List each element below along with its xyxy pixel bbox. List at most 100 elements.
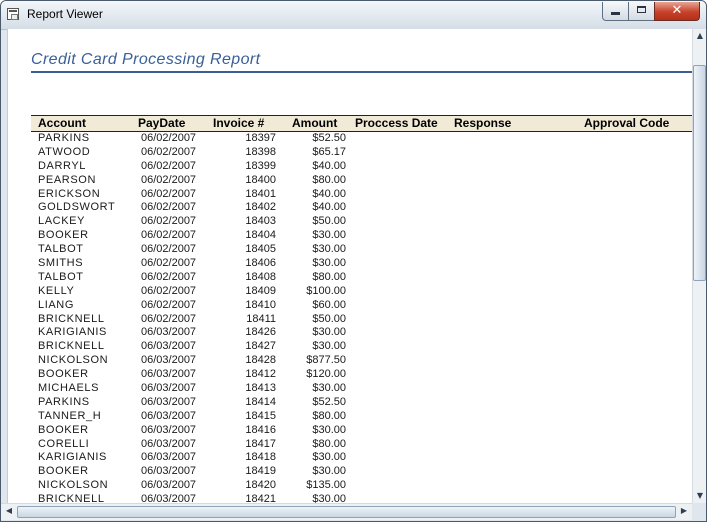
cell-account: TALBOT <box>38 270 84 283</box>
cell-paydate: 06/02/2007 <box>141 312 197 325</box>
cell-account: KELLY <box>38 284 75 297</box>
scroll-down-icon[interactable]: ▼ <box>693 491 706 500</box>
cell-amount: $30.00 <box>312 465 346 478</box>
header-approval-code: Approval Code <box>584 116 670 130</box>
table-row: CORELLI 06/03/2007 18417 $80.00 <box>8 438 693 452</box>
maximize-icon <box>637 6 646 13</box>
horizontal-scroll-thumb[interactable] <box>17 506 676 518</box>
table-row: BRICKNELL 06/03/2007 18421 $30.00 <box>8 493 693 503</box>
cell-account: KARIGIANIS <box>38 326 107 339</box>
cell-paydate: 06/02/2007 <box>141 257 197 270</box>
cell-account: SMITHS <box>38 257 84 270</box>
cell-invoice: 18402 <box>245 201 276 214</box>
scroll-right-icon[interactable]: ▶ <box>677 506 691 515</box>
cell-account: KARIGIANIS <box>38 451 107 464</box>
cell-invoice: 18419 <box>245 465 276 478</box>
title-bar[interactable]: Report Viewer ✕ <box>1 1 706 30</box>
table-row: TALBOT 06/02/2007 18405 $30.00 <box>8 243 693 257</box>
horizontal-scrollbar[interactable]: ◀ ▶ <box>1 503 692 520</box>
header-process-date: Proccess Date <box>355 116 438 130</box>
header-account: Account <box>38 116 86 130</box>
report-canvas: Credit Card Processing Report Account Pa… <box>7 29 693 503</box>
cell-account: BRICKNELL <box>38 340 105 353</box>
cell-paydate: 06/03/2007 <box>141 354 197 367</box>
cell-amount: $80.00 <box>312 173 346 186</box>
close-button[interactable]: ✕ <box>654 2 700 21</box>
cell-account: BRICKNELL <box>38 312 105 325</box>
vertical-scroll-thumb[interactable] <box>693 65 706 281</box>
cell-paydate: 06/02/2007 <box>141 243 197 256</box>
vertical-scrollbar[interactable]: ▲ ▼ <box>692 29 706 503</box>
cell-amount: $60.00 <box>312 298 346 311</box>
cell-account: BOOKER <box>38 368 89 381</box>
cell-amount: $30.00 <box>312 340 346 353</box>
cell-amount: $30.00 <box>312 257 346 270</box>
cell-invoice: 18406 <box>245 257 276 270</box>
cell-account: BOOKER <box>38 229 89 242</box>
header-paydate: PayDate <box>138 116 186 130</box>
cell-invoice: 18413 <box>245 382 276 395</box>
cell-paydate: 06/03/2007 <box>141 340 197 353</box>
cell-amount: $52.50 <box>312 395 346 408</box>
cell-invoice: 18420 <box>245 479 276 492</box>
cell-paydate: 06/02/2007 <box>141 145 197 158</box>
scroll-up-icon[interactable]: ▲ <box>693 31 706 40</box>
cell-invoice: 18408 <box>245 270 276 283</box>
cell-invoice: 18403 <box>245 215 276 228</box>
cell-invoice: 18414 <box>245 395 276 408</box>
cell-account: NICKOLSON <box>38 354 109 367</box>
cell-account: TALBOT <box>38 243 84 256</box>
cell-paydate: 06/02/2007 <box>141 187 197 200</box>
minimize-icon <box>611 12 620 15</box>
cell-invoice: 18415 <box>245 409 276 422</box>
table-row: PARKINS 06/02/2007 18397 $52.50 <box>8 132 693 146</box>
cell-account: BOOKER <box>38 465 89 478</box>
table-row: GOLDSWORT 06/02/2007 18402 $40.00 <box>8 201 693 215</box>
cell-paydate: 06/02/2007 <box>141 201 197 214</box>
scrollbar-corner <box>692 503 706 519</box>
cell-invoice: 18400 <box>245 173 276 186</box>
table-row: KELLY 06/02/2007 18409 $100.00 <box>8 285 693 299</box>
cell-invoice: 18427 <box>245 340 276 353</box>
table-row: BOOKER 06/03/2007 18416 $30.00 <box>8 424 693 438</box>
cell-invoice: 18401 <box>245 187 276 200</box>
cell-invoice: 18426 <box>245 326 276 339</box>
cell-account: DARRYL <box>38 159 87 172</box>
cell-amount: $100.00 <box>306 284 346 297</box>
scroll-left-icon[interactable]: ◀ <box>2 506 16 515</box>
cell-invoice: 18399 <box>245 159 276 172</box>
cell-account: MICHAELS <box>38 382 100 395</box>
cell-amount: $30.00 <box>312 451 346 464</box>
minimize-button[interactable] <box>602 2 629 21</box>
report-window-icon[interactable] <box>7 8 19 20</box>
cell-amount: $50.00 <box>312 215 346 228</box>
table-row: BOOKER 06/02/2007 18404 $30.00 <box>8 229 693 243</box>
cell-paydate: 06/02/2007 <box>141 132 197 144</box>
table-row: NICKOLSON 06/03/2007 18420 $135.00 <box>8 479 693 493</box>
cell-invoice: 18416 <box>245 423 276 436</box>
cell-invoice: 18421 <box>245 493 276 503</box>
cell-invoice: 18410 <box>245 298 276 311</box>
cell-amount: $30.00 <box>312 243 346 256</box>
header-response: Response <box>454 116 512 130</box>
cell-paydate: 06/02/2007 <box>141 284 197 297</box>
cell-paydate: 06/02/2007 <box>141 270 197 283</box>
table-row: LACKEY 06/02/2007 18403 $50.00 <box>8 215 693 229</box>
cell-amount: $40.00 <box>312 187 346 200</box>
cell-paydate: 06/03/2007 <box>141 479 197 492</box>
cell-invoice: 18417 <box>245 437 276 450</box>
cell-account: PARKINS <box>38 132 90 144</box>
cell-account: BRICKNELL <box>38 493 105 503</box>
table-row: LIANG 06/02/2007 18410 $60.00 <box>8 299 693 313</box>
cell-invoice: 18409 <box>245 284 276 297</box>
close-icon: ✕ <box>671 3 683 18</box>
cell-paydate: 06/02/2007 <box>141 173 197 186</box>
column-header-row: Account PayDate Invoice # Amount Procces… <box>31 115 693 132</box>
table-row: PEARSON 06/02/2007 18400 $80.00 <box>8 174 693 188</box>
cell-invoice: 18418 <box>245 451 276 464</box>
cell-account: ATWOOD <box>38 145 91 158</box>
cell-amount: $80.00 <box>312 437 346 450</box>
cell-account: GOLDSWORT <box>38 201 116 214</box>
cell-amount: $65.17 <box>312 145 346 158</box>
maximize-button[interactable] <box>628 2 655 21</box>
